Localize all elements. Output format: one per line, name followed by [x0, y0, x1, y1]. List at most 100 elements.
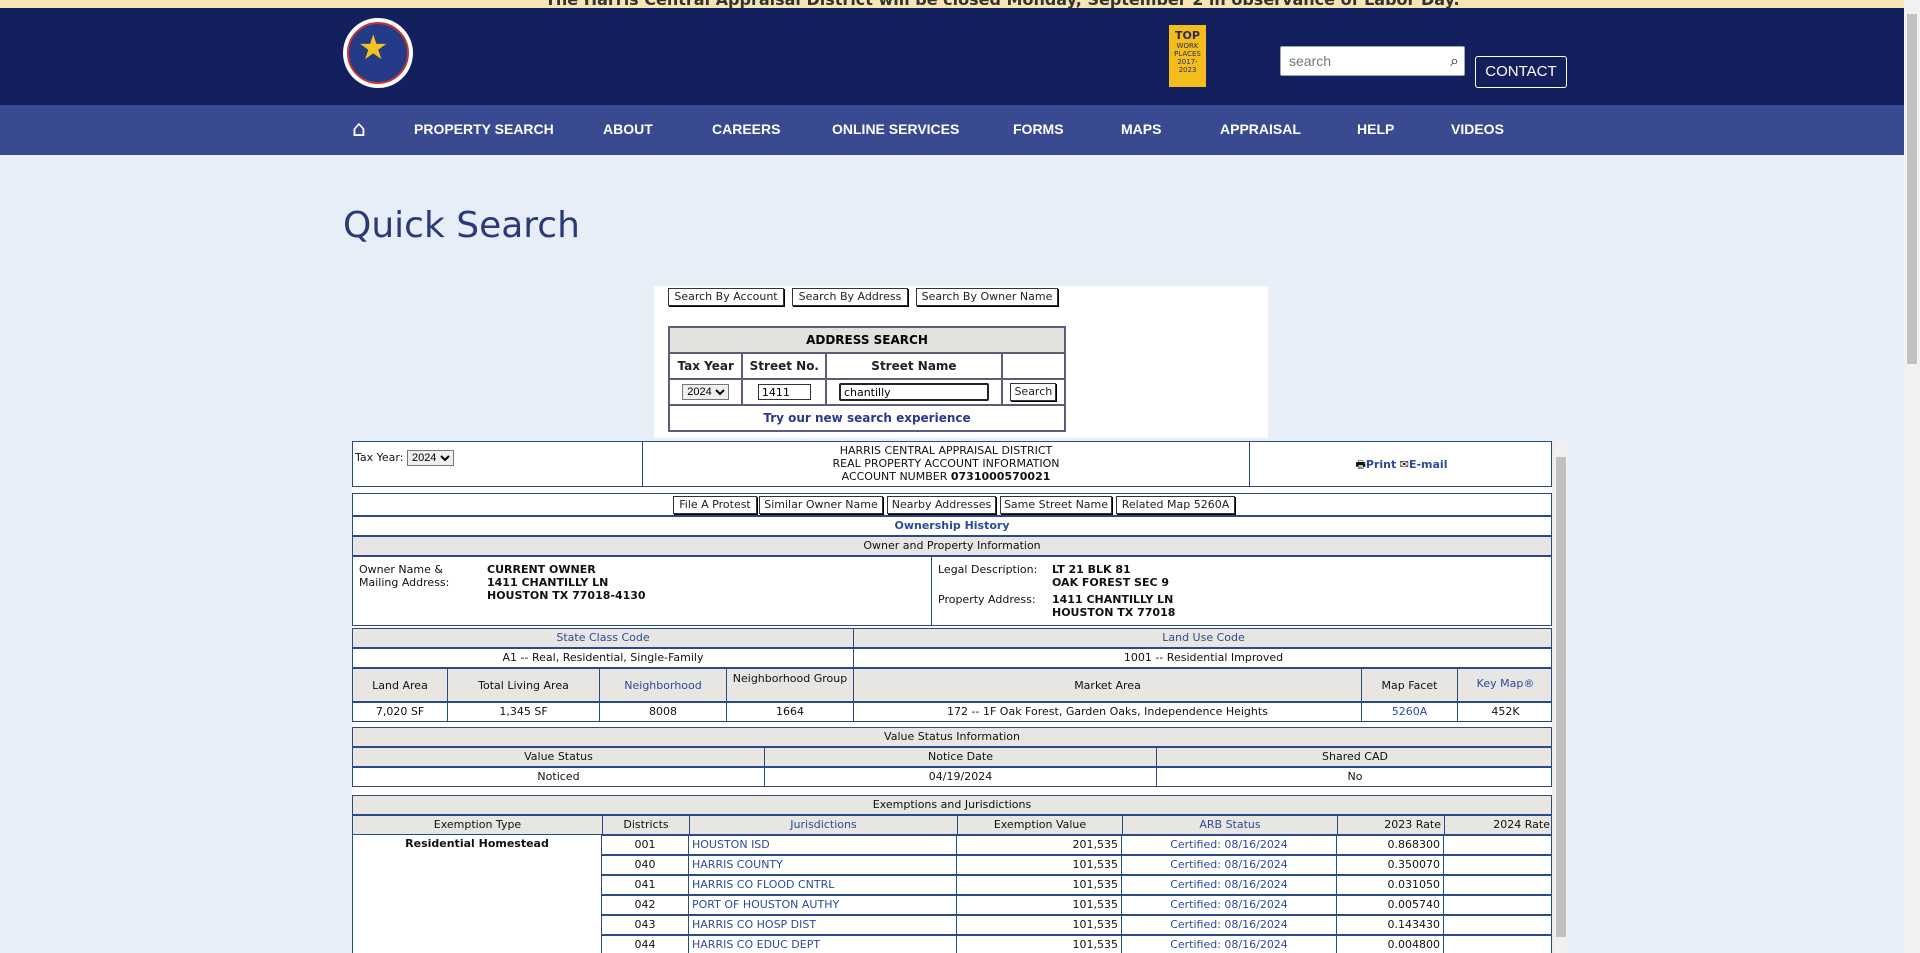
arb-status-link[interactable]: Certified: 08/16/2024 — [1122, 836, 1337, 854]
top-workplaces-badge: TOP WORK PLACES 2017-2023 — [1169, 25, 1206, 87]
jurisdiction-link[interactable]: HARRIS CO EDUC DEPT — [689, 936, 957, 953]
exemption-row: 001 HOUSTON ISD 201,535 Certified: 08/16/20… — [602, 835, 1552, 855]
market-area-value: 172 -- 1F Oak Forest, Garden Oaks, Indep… — [854, 703, 1362, 721]
home-icon[interactable]: ⌂ — [352, 117, 366, 142]
district-code: 043 — [602, 916, 689, 934]
rate-2023-value: 0.868300 — [1337, 836, 1444, 854]
new-search-link[interactable]: Try our new search experience — [668, 404, 1066, 432]
property-address: 1411 CHANTILLY LN — [1052, 593, 1174, 606]
col-street-name: Street Name — [825, 352, 1003, 380]
nav-forms[interactable]: FORMS — [1013, 121, 1064, 137]
hcad-logo[interactable]: ★ — [343, 18, 413, 88]
shared-cad-value: No — [1347, 770, 1363, 783]
neighborhood-link[interactable]: Neighborhood — [600, 669, 727, 701]
notice-date-value: 04/19/2024 — [765, 768, 1157, 786]
nav-careers[interactable]: CAREERS — [712, 121, 780, 137]
exemptions-title: Exemptions and Jurisdictions — [352, 795, 1552, 815]
jurisdictions-link[interactable]: Jurisdictions — [690, 816, 958, 834]
value-status-col: Value Status — [353, 748, 765, 766]
nav-about[interactable]: ABOUT — [603, 121, 653, 137]
similar-owner-button[interactable]: Similar Owner Name — [759, 496, 883, 514]
page-scrollbar[interactable] — [1904, 0, 1920, 953]
print-icon[interactable]: 🖶 — [1356, 458, 1366, 471]
state-class-value: A1 -- Real, Residential, Single-Family — [353, 649, 854, 667]
property-address-label: Property Address: — [938, 593, 1036, 606]
tax-year-select[interactable]: 2024 — [682, 384, 730, 400]
nav-maps[interactable]: MAPS — [1121, 121, 1161, 137]
exemption-value: 101,535 — [957, 936, 1122, 953]
jurisdiction-link[interactable]: HARRIS CO FLOOD CNTRL — [689, 876, 957, 894]
nav-appraisal[interactable]: APPRAISAL — [1220, 121, 1301, 137]
print-email-cell: 🖶Print ✉E-mail — [1250, 442, 1552, 486]
jurisdiction-link[interactable]: HOUSTON ISD — [689, 836, 957, 854]
col-street-no: Street No. — [741, 352, 828, 380]
arb-status-link[interactable]: ARB Status — [1123, 816, 1338, 834]
search-by-address-button[interactable]: Search By Address — [792, 288, 908, 306]
rate-2023-value: 0.350070 — [1337, 856, 1444, 874]
main-nav: ⌂ PROPERTY SEARCH ABOUT CAREERS ONLINE S… — [0, 105, 1920, 155]
related-map-button[interactable]: Related Map 5260A — [1116, 496, 1235, 514]
owner-name: CURRENT OWNER — [487, 563, 596, 576]
street-no-input[interactable] — [757, 384, 811, 400]
exemption-row: 040 HARRIS COUNTY 101,535 Certified: 08/16/… — [602, 855, 1552, 875]
rate-2023-value: 0.005740 — [1337, 896, 1444, 914]
value-status-header: Value Status Notice Date Shared CAD — [352, 747, 1552, 767]
rate-2023-value: 0.004800 — [1337, 936, 1444, 953]
site-search-input[interactable] — [1287, 48, 1441, 74]
record-scrollbar[interactable] — [1554, 441, 1568, 953]
contact-button[interactable]: CONTACT — [1475, 56, 1567, 88]
jurisdiction-link[interactable]: HARRIS COUNTY — [689, 856, 957, 874]
search-by-account-button[interactable]: Search By Account — [668, 288, 784, 306]
exemption-type-value: Residential Homestead — [352, 835, 602, 953]
map-facet-link[interactable]: 5260A — [1362, 703, 1458, 721]
header-line: REAL PROPERTY ACCOUNT INFORMATION — [832, 457, 1060, 470]
district-code: 041 — [602, 876, 689, 894]
search-by-owner-button[interactable]: Search By Owner Name — [916, 288, 1058, 306]
jurisdiction-link[interactable]: HARRIS CO HOSP DIST — [689, 916, 957, 934]
street-name-input[interactable] — [838, 383, 989, 401]
ownership-history-link[interactable]: Ownership History — [352, 516, 1552, 536]
arb-status-link[interactable]: Certified: 08/16/2024 — [1122, 916, 1337, 934]
record-tax-year-select[interactable]: 2024 — [406, 450, 454, 466]
exemption-value: 101,535 — [957, 876, 1122, 894]
arb-status-link[interactable]: Certified: 08/16/2024 — [1122, 896, 1337, 914]
file-protest-button[interactable]: File A Protest — [673, 496, 757, 514]
owner-section-title: Owner and Property Information — [352, 536, 1552, 556]
search-button[interactable]: Search — [1010, 383, 1057, 401]
exemption-row: 043 HARRIS CO HOSP DIST 101,535 Certified: … — [602, 915, 1552, 935]
email-icon[interactable]: ✉ — [1400, 458, 1409, 471]
nav-property-search[interactable]: PROPERTY SEARCH — [414, 121, 554, 137]
exemption-value: 201,535 — [957, 836, 1122, 854]
arb-status-link[interactable]: Certified: 08/16/2024 — [1122, 876, 1337, 894]
tax-year-label: Tax Year: — [355, 451, 404, 464]
same-street-button[interactable]: Same Street Name — [1000, 496, 1112, 514]
arb-status-link[interactable]: Certified: 08/16/2024 — [1122, 856, 1337, 874]
rate-2023-value: 0.031050 — [1337, 876, 1444, 894]
living-area-value: 1,345 SF — [448, 703, 600, 721]
attributes-header: Land Area Total Living Area Neighborhood… — [352, 668, 1552, 702]
nav-help[interactable]: HELP — [1357, 121, 1394, 137]
search-icon[interactable]: ⌕ — [1450, 51, 1459, 71]
value-status-value: Noticed — [353, 768, 765, 786]
nav-videos[interactable]: VIDEOS — [1451, 121, 1504, 137]
land-use-link[interactable]: Land Use Code — [854, 629, 1552, 647]
badge-line: WORK — [1176, 42, 1199, 50]
exemption-row: 042 PORT OF HOUSTON AUTHY 101,535 Certified… — [602, 895, 1552, 915]
jurisdiction-link[interactable]: PORT OF HOUSTON AUTHY — [689, 896, 957, 914]
exemption-type-col: Exemption Type — [353, 816, 603, 834]
tax-year-cell: Tax Year: 2024 — [353, 442, 643, 486]
nearby-addresses-button[interactable]: Nearby Addresses — [887, 496, 996, 514]
district-code: 040 — [602, 856, 689, 874]
email-link[interactable]: E-mail — [1409, 458, 1448, 471]
state-class-link[interactable]: State Class Code — [353, 629, 854, 647]
account-label: ACCOUNT NUMBER — [841, 470, 948, 483]
nav-online-services[interactable]: ONLINE SERVICES — [832, 121, 959, 137]
district-code: 044 — [602, 936, 689, 953]
print-link[interactable]: Print — [1366, 458, 1396, 471]
key-map-link[interactable]: Key Map® — [1458, 669, 1552, 701]
exemption-value: 101,535 — [957, 916, 1122, 934]
header-line: HARRIS CENTRAL APPRAISAL DISTRICT — [839, 444, 1053, 457]
rate-2024-value — [1444, 916, 1552, 934]
value-status-values: Noticed 04/19/2024 No — [352, 767, 1552, 787]
arb-status-link[interactable]: Certified: 08/16/2024 — [1122, 936, 1337, 953]
